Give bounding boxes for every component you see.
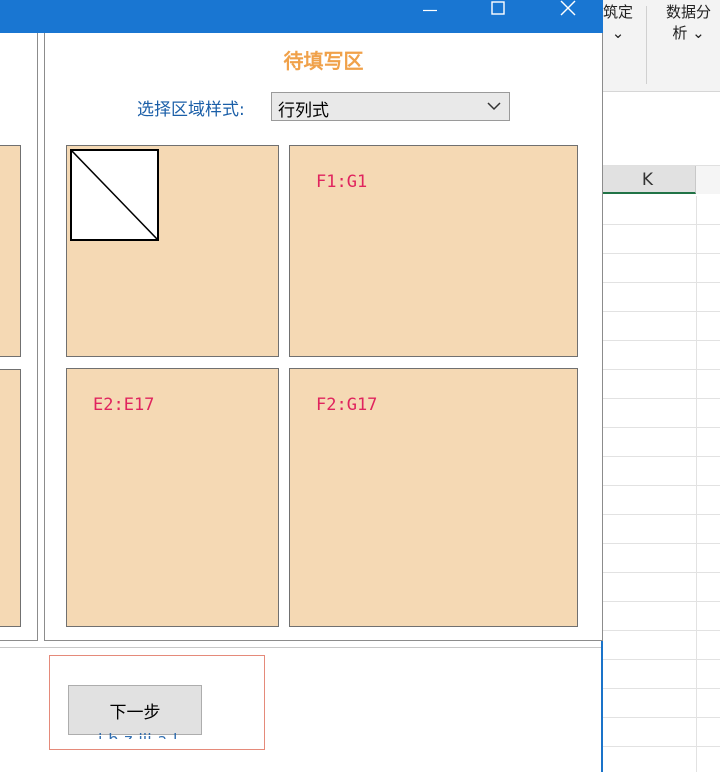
- select-style-label: 选择区域样式:: [137, 100, 245, 120]
- close-button[interactable]: [545, 0, 591, 33]
- ribbon-data-analysis-label-line2: 析 ⌄: [672, 24, 705, 42]
- ribbon-separator: [646, 6, 647, 84]
- diagonal-header-box: [70, 149, 159, 241]
- close-icon: [560, 0, 576, 16]
- excel-formula-area: [600, 92, 720, 166]
- maximize-button[interactable]: [475, 0, 521, 33]
- chevron-down-icon: ⌄: [611, 24, 625, 42]
- column-header-k[interactable]: K: [600, 166, 696, 194]
- dialog-client-area: 待填写区 选择区域样式: 行列式 F1:G1 E2:E17 F2:G17 下一步: [0, 33, 603, 772]
- maximize-icon: [491, 1, 505, 15]
- ribbon-data-analysis-label-line1: 数据分: [665, 3, 711, 21]
- left-panel-tile: [0, 145, 21, 357]
- footer-divider: [0, 647, 601, 648]
- row-header-range-tile[interactable]: E2:E17: [66, 368, 279, 627]
- ribbon-lock-label: 筑定: [602, 3, 633, 21]
- row-header-range-text: E2:E17: [93, 395, 155, 415]
- column-header-range-text: F1:G1: [316, 172, 368, 192]
- column-header-range-tile[interactable]: F1:G1: [289, 145, 578, 357]
- minimize-button[interactable]: [407, 0, 453, 33]
- left-panel-tile: [0, 369, 21, 627]
- diagonal-line-icon: [71, 150, 158, 240]
- dialog-titlebar[interactable]: [0, 0, 603, 33]
- area-style-dropdown[interactable]: 行列式: [271, 92, 510, 121]
- area-style-value: 行列式: [278, 101, 329, 121]
- excel-ribbon: 筑定 ⌄ 数据分 析 ⌄: [600, 0, 720, 92]
- cut-off-text: i-b-z-iii-a-l: [98, 730, 177, 739]
- grid-column-line: [696, 196, 697, 772]
- dialog-window: 待填写区 选择区域样式: 行列式 F1:G1 E2:E17 F2:G17 下一步: [0, 0, 603, 772]
- corner-tile[interactable]: [66, 145, 279, 357]
- next-step-button[interactable]: 下一步: [68, 685, 202, 735]
- ribbon-lock-button[interactable]: 筑定 ⌄: [600, 2, 636, 44]
- worksheet-grid[interactable]: [600, 196, 720, 772]
- data-range-text: F2:G17: [316, 395, 378, 415]
- group-title: 待填写区: [283, 49, 364, 73]
- data-range-tile[interactable]: F2:G17: [289, 368, 578, 627]
- minimize-icon: [423, 9, 437, 12]
- chevron-down-icon: [487, 102, 501, 111]
- pending-fill-groupbox: 待填写区 选择区域样式: 行列式 F1:G1 E2:E17 F2:G17: [44, 33, 603, 641]
- ribbon-data-analysis-button[interactable]: 数据分 析 ⌄: [657, 2, 720, 44]
